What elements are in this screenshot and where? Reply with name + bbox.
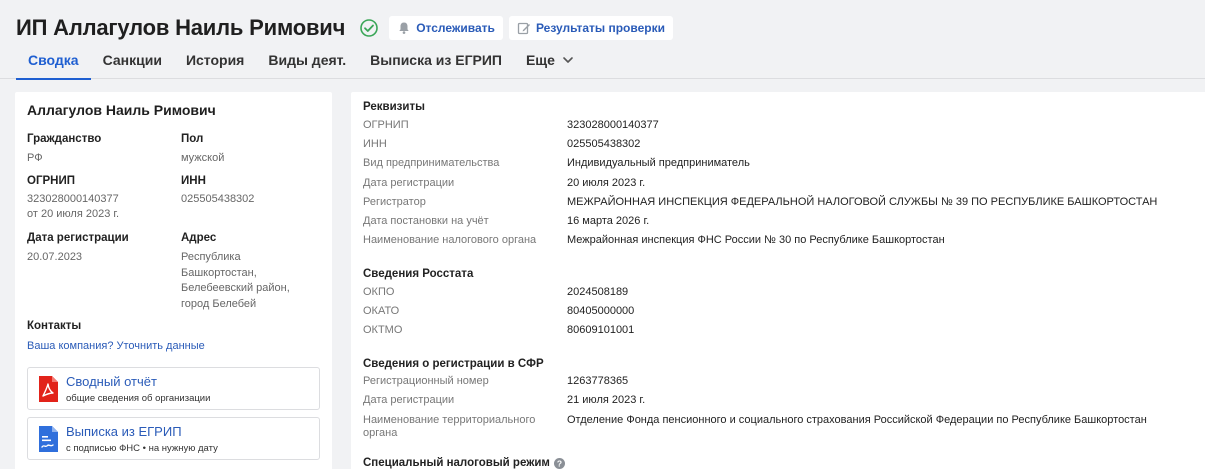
inn-label: ИНН xyxy=(181,175,206,187)
address-line-1: Республика xyxy=(181,251,241,263)
sfr-label-authority-line1: Наименование территориального xyxy=(363,414,536,426)
chevron-down-icon xyxy=(562,54,574,66)
rosstat-value-okpo: 2024508189 xyxy=(567,286,629,298)
document-signature-icon xyxy=(37,425,59,453)
title-row: ИП Аллагулов Наиль Римович Отслеживать Р… xyxy=(16,14,673,42)
tab-egrip-extract[interactable]: Выписка из ЕГРИП xyxy=(358,46,514,79)
sex-label: Пол xyxy=(181,133,204,145)
requisites-title: Реквизиты xyxy=(363,101,425,113)
bell-icon xyxy=(397,21,411,35)
req-label-tax-registration-date: Дата постановки на учёт xyxy=(363,215,489,227)
sfr-label-regdate: Дата регистрации xyxy=(363,394,455,406)
track-button-label: Отслеживать xyxy=(416,21,495,35)
contacts-label: Контакты xyxy=(27,320,82,332)
sfr-title: Сведения о регистрации в СФР xyxy=(363,358,544,370)
check-results-button[interactable]: Результаты проверки xyxy=(508,16,673,40)
track-button[interactable]: Отслеживать xyxy=(389,16,503,40)
egrip-extract-title: Выписка из ЕГРИП xyxy=(66,424,182,439)
inn-value: 025505438302 xyxy=(181,193,255,205)
req-value-ogrnip: 323028000140377 xyxy=(567,119,659,131)
ogrnip-date: от 20 июля 2023 г. xyxy=(27,208,120,220)
req-value-regdate: 20 июля 2023 г. xyxy=(567,177,646,189)
rosstat-value-oktmo: 80609101001 xyxy=(567,324,635,336)
summary-report-button[interactable]: Сводный отчёт общие сведения об организа… xyxy=(27,367,320,410)
tab-sanctions[interactable]: Санкции xyxy=(91,46,174,79)
egrip-extract-subtitle: с подписью ФНС • на нужную дату xyxy=(66,443,218,454)
svg-text:?: ? xyxy=(557,458,562,468)
address-line-2: Башкортостан, xyxy=(181,266,257,279)
address-label: Адрес xyxy=(181,232,217,244)
summary-report-subtitle: общие сведения об организации xyxy=(66,393,211,404)
address-line-3: Белебеевский район, xyxy=(181,282,290,294)
req-value-tax-authority: Межрайонная инспекция ФНС России № 30 по… xyxy=(567,234,945,246)
rosstat-label-okato: ОКАТО xyxy=(363,305,400,317)
rosstat-value-okato: 80405000000 xyxy=(567,305,635,317)
sfr-value-regdate: 21 июля 2023 г. xyxy=(567,394,646,406)
req-label-registrar: Регистратор xyxy=(363,196,426,208)
tax-regime-title: Специальный налоговый режим ? xyxy=(363,457,565,469)
sfr-value-authority: Отделение Фонда пенсионного и социальног… xyxy=(567,414,1147,426)
citizenship-value: РФ xyxy=(27,152,43,164)
rosstat-label-okpo: ОКПО xyxy=(363,286,395,298)
ogrnip-label: ОГРНИП xyxy=(27,175,75,187)
req-value-business-type: Индивидуальный предприниматель xyxy=(567,157,750,169)
req-value-tax-registration-date: 16 марта 2026 г. xyxy=(567,215,650,227)
sfr-label-regnumber: Регистрационный номер xyxy=(363,375,489,387)
tab-history[interactable]: История xyxy=(174,46,256,79)
tab-more[interactable]: Еще xyxy=(514,46,586,79)
req-value-inn: 025505438302 xyxy=(567,138,641,150)
sfr-value-regnumber: 1263778365 xyxy=(567,375,629,387)
req-label-business-type: Вид предпринимательства xyxy=(363,157,500,169)
regdate-value: 20.07.2023 xyxy=(27,251,83,263)
summary-report-title: Сводный отчёт xyxy=(66,374,157,389)
egrip-extract-button[interactable]: Выписка из ЕГРИП с подписью ФНС • на нуж… xyxy=(27,417,320,460)
tab-bar: Сводка Санкции История Виды деят. Выписк… xyxy=(16,46,586,80)
sex-value: мужской xyxy=(181,152,225,164)
person-name: Аллагулов Наиль Римович xyxy=(27,102,216,118)
req-label-regdate: Дата регистрации xyxy=(363,177,455,189)
details-card: Реквизиты ОГРНИП 323028000140377 ИНН 025… xyxy=(351,92,1205,469)
help-icon[interactable]: ? xyxy=(553,457,565,469)
rosstat-label-oktmo: ОКТМО xyxy=(363,324,403,336)
req-label-inn: ИНН xyxy=(363,138,387,150)
tax-regime-label: Специальный налоговый режим xyxy=(363,457,550,469)
ogrnip-value: 323028000140377 xyxy=(27,193,119,205)
sfr-label-authority-line2: органа xyxy=(363,427,398,439)
edit-icon xyxy=(517,21,531,35)
tab-activities[interactable]: Виды деят. xyxy=(256,46,358,79)
page-header: ИП Аллагулов Наиль Римович Отслеживать Р… xyxy=(0,0,1205,80)
req-value-registrar: МЕЖРАЙОННАЯ ИНСПЕКЦИЯ ФЕДЕРАЛЬНОЙ НАЛОГО… xyxy=(567,196,1158,208)
pdf-icon xyxy=(37,375,59,403)
tab-summary[interactable]: Сводка xyxy=(16,46,91,80)
address-line-4: город Белебей xyxy=(181,297,257,310)
summary-card: Аллагулов Наиль Римович Гражданство РФ П… xyxy=(15,92,332,469)
page-title: ИП Аллагулов Наиль Римович xyxy=(16,15,346,40)
clarify-data-link[interactable]: Ваша компания? Уточнить данные xyxy=(27,340,205,352)
check-results-label: Результаты проверки xyxy=(535,21,665,35)
verified-check-icon xyxy=(359,18,379,38)
rosstat-title: Сведения Росстата xyxy=(363,268,474,280)
req-label-tax-authority: Наименование налогового органа xyxy=(363,234,537,246)
citizenship-label: Гражданство xyxy=(27,133,102,145)
req-label-ogrnip: ОГРНИП xyxy=(363,119,409,131)
regdate-label: Дата регистрации xyxy=(27,232,129,244)
